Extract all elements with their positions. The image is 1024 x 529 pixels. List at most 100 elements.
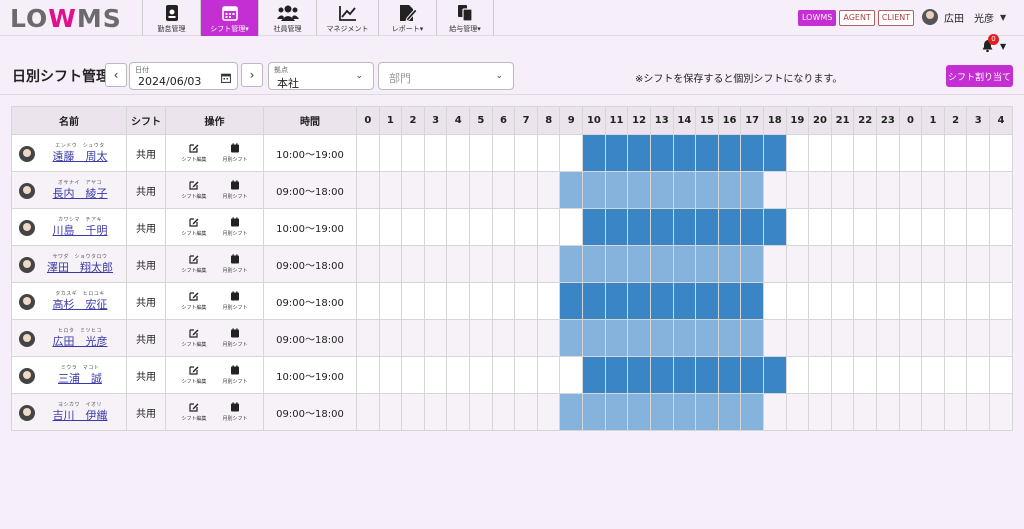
edit-shift-button[interactable]: シフト編集 [181,365,207,385]
shift-block-cell[interactable] [627,319,651,357]
edit-shift-button[interactable]: シフト編集 [181,217,207,237]
hour-cell[interactable] [423,134,448,172]
hour-cell[interactable] [921,319,945,357]
hour-cell[interactable] [514,356,538,394]
shift-block-cell[interactable] [717,319,742,357]
hour-cell[interactable] [356,393,380,431]
hour-cell[interactable] [356,134,380,172]
nav-employees[interactable]: 社員管理 [258,0,316,36]
date-field[interactable]: 日付 2024/06/03 [129,62,238,90]
hour-cell[interactable] [898,245,923,283]
hour-cell[interactable] [966,208,991,246]
hour-cell[interactable] [943,356,968,394]
hour-cell[interactable] [536,319,561,357]
hour-cell[interactable] [808,319,832,357]
hour-cell[interactable] [401,356,425,394]
shift-block-cell[interactable] [740,134,764,172]
shift-block-cell[interactable] [559,171,584,209]
monthly-shift-button[interactable]: 月別シフト [223,180,248,200]
hour-cell[interactable] [876,245,900,283]
hour-cell[interactable] [491,245,516,283]
employee-name-link[interactable]: 三浦 誠 [34,372,126,386]
edit-shift-button[interactable]: シフト編集 [181,402,207,422]
edit-shift-button[interactable]: シフト編集 [181,328,207,348]
hour-cell[interactable] [446,245,471,283]
shift-block-cell[interactable] [604,134,629,172]
shift-block-cell[interactable] [672,208,697,246]
hour-cell[interactable] [876,171,900,209]
hour-cell[interactable] [898,393,923,431]
hour-cell[interactable] [401,171,425,209]
hour-cell[interactable] [446,208,471,246]
hour-cell[interactable] [966,171,991,209]
shift-block-cell[interactable] [582,319,606,357]
hour-cell[interactable] [921,171,945,209]
hour-cell[interactable] [853,282,878,320]
hour-cell[interactable] [898,171,923,209]
hour-cell[interactable] [876,319,900,357]
hour-cell[interactable] [921,356,945,394]
shift-block-cell[interactable] [559,282,584,320]
hour-cell[interactable] [378,171,403,209]
edit-shift-button[interactable]: シフト編集 [181,254,207,274]
hour-cell[interactable] [378,356,403,394]
shift-block-cell[interactable] [604,208,629,246]
shift-block-cell[interactable] [604,393,629,431]
hour-cell[interactable] [536,282,561,320]
employee-name-link[interactable]: 川島 千明 [34,224,126,238]
hour-cell[interactable] [808,134,832,172]
user-menu[interactable]: 広田 光彦 ▼ [922,9,1006,25]
hour-cell[interactable] [966,393,991,431]
hour-cell[interactable] [966,134,991,172]
shift-block-cell[interactable] [672,134,697,172]
hour-cell[interactable] [469,208,493,246]
hour-cell[interactable] [401,319,425,357]
hour-cell[interactable] [785,393,810,431]
hour-cell[interactable] [401,393,425,431]
hour-cell[interactable] [830,208,855,246]
role-badge-agent[interactable]: AGENT [839,10,875,26]
shift-block-cell[interactable] [717,208,742,246]
hour-cell[interactable] [378,393,403,431]
hour-cell[interactable] [943,171,968,209]
shift-block-cell[interactable] [695,393,719,431]
hour-cell[interactable] [830,282,855,320]
shift-block-cell[interactable] [559,393,584,431]
hour-cell[interactable] [989,319,1013,357]
shift-block-cell[interactable] [672,171,697,209]
base-select[interactable]: 拠点 本社 ⌄ [268,62,374,90]
hour-cell[interactable] [943,245,968,283]
hour-cell[interactable] [808,393,832,431]
shift-block-cell[interactable] [672,319,697,357]
hour-cell[interactable] [830,134,855,172]
employee-name-link[interactable]: 吉川 伊織 [34,409,126,423]
hour-cell[interactable] [514,208,538,246]
hour-cell[interactable] [446,171,471,209]
shift-block-cell[interactable] [740,356,764,394]
shift-block-cell[interactable] [582,282,606,320]
shift-block-cell[interactable] [695,208,719,246]
shift-block-cell[interactable] [695,282,719,320]
edit-shift-button[interactable]: シフト編集 [181,291,207,311]
hour-cell[interactable] [808,356,832,394]
hour-cell[interactable] [356,208,380,246]
hour-cell[interactable] [898,356,923,394]
shift-block-cell[interactable] [627,245,651,283]
shift-block-cell[interactable] [717,245,742,283]
hour-cell[interactable] [853,245,878,283]
nav-payroll[interactable]: 給与管理▾ [436,0,494,36]
shift-block-cell[interactable] [672,393,697,431]
hour-cell[interactable] [356,356,380,394]
hour-cell[interactable] [876,208,900,246]
shift-block-cell[interactable] [740,393,764,431]
nav-management[interactable]: マネジメント [316,0,378,36]
hour-cell[interactable] [446,356,471,394]
hour-cell[interactable] [943,393,968,431]
hour-cell[interactable] [378,245,403,283]
nav-reports[interactable]: レポート▾ [378,0,436,36]
hour-cell[interactable] [853,134,878,172]
shift-block-cell[interactable] [627,282,651,320]
hour-cell[interactable] [808,171,832,209]
shift-block-cell[interactable] [649,356,674,394]
hour-cell[interactable] [762,319,787,357]
